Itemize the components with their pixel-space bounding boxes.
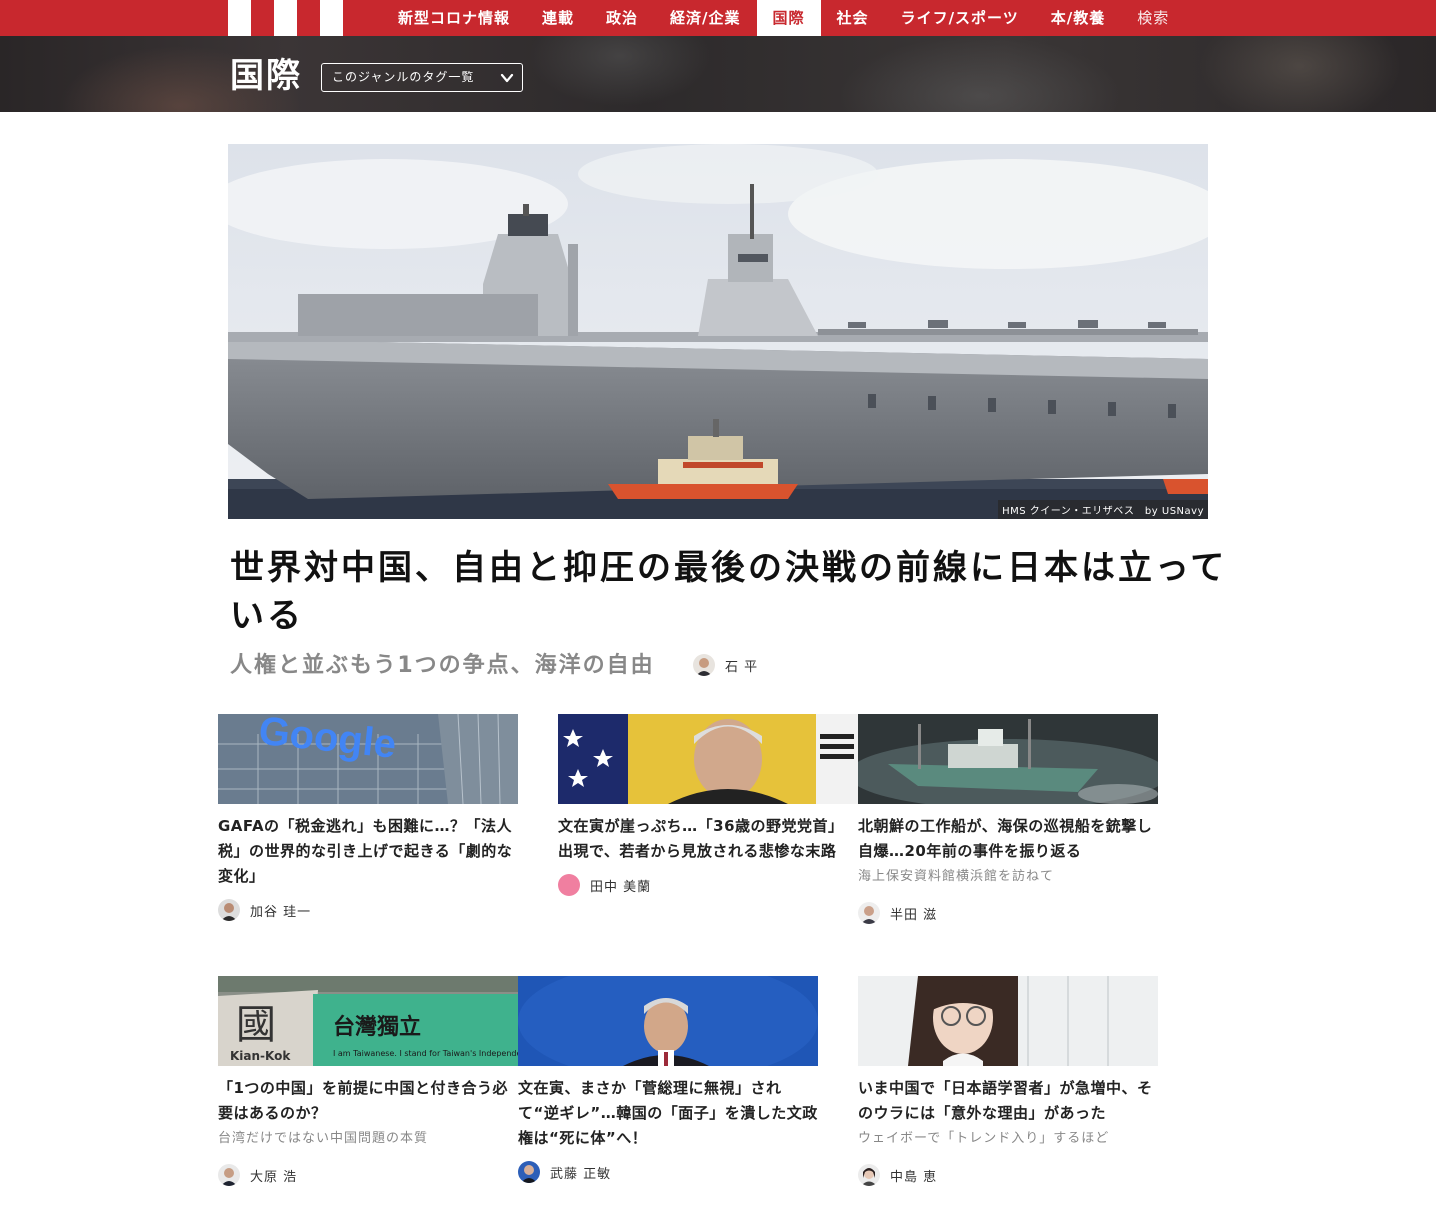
- author-name: 大原 浩: [250, 1169, 298, 1185]
- aircraft-carrier-photo: [228, 144, 1208, 519]
- author-name: 加谷 珪一: [250, 904, 312, 920]
- hero-subtitle: 人権と並ぶもう1つの争点、海洋の自由: [230, 653, 655, 678]
- nav-item-international[interactable]: 国際: [756, 0, 821, 36]
- nav-item-life-sports[interactable]: ライフ/スポーツ: [885, 0, 1035, 36]
- top-nav: 新型コロナ情報 連載 政治 経済/企業 国際 社会 ライフ/スポーツ 本/教養 …: [0, 0, 1436, 36]
- article-card[interactable]: 北朝鮮の工作船が、海保の巡視船を銃撃し自爆…20年前の事件を振り返る 海上保安資…: [858, 714, 1158, 924]
- avatar: [693, 654, 715, 676]
- article-thumbnail: [858, 714, 1158, 804]
- article-subtitle: ウェイボーで「トレンド入り」するほど: [858, 1131, 1110, 1146]
- kanji-text: 國: [236, 1002, 276, 1048]
- article-card[interactable]: 文在寅が崖っぷち…「36歳の野党党首」出現で、若者から見放される悲惨な末路 田中…: [558, 714, 858, 896]
- author-name: 半田 滋: [890, 907, 938, 923]
- article-thumbnail: 國 Kian-Kok 台灣獨立 I am Taiwanese. I stand …: [218, 976, 518, 1066]
- article-author[interactable]: 田中 美蘭: [558, 874, 858, 896]
- kian-text: Kian-Kok: [230, 1049, 291, 1063]
- hero-image-credit: HMS クイーン・エリザベス by USNavy: [998, 500, 1208, 519]
- avatar: [558, 874, 580, 896]
- article-author[interactable]: 大原 浩: [218, 1164, 518, 1186]
- article-author[interactable]: 中島 恵: [858, 1164, 1158, 1186]
- article-thumbnail: [558, 714, 858, 804]
- article-thumbnail: [858, 976, 1158, 1066]
- article-author[interactable]: 加谷 珪一: [218, 899, 518, 921]
- article-subtitle: 海上保安資料館横浜館を訪ねて: [858, 869, 1055, 884]
- article-thumbnail: [518, 976, 818, 1066]
- article-title[interactable]: 文在寅が崖っぷち…「36歳の野党党首」出現で、若者から見放される悲惨な末路: [558, 814, 858, 864]
- article-title[interactable]: GAFAの「税金逃れ」も困難に…？「法人税」の世界的な引き上げで起きる「劇的な変…: [218, 814, 518, 889]
- article-title[interactable]: 文在寅、まさか「菅総理に無視」されて“逆ギレ”…韓国の「面子」を潰した文政権は“…: [518, 1076, 818, 1151]
- tag-list-label: このジャンルのタグ一覧: [332, 70, 475, 84]
- nav-item-corona[interactable]: 新型コロナ情報: [382, 0, 526, 36]
- avatar: [858, 902, 880, 924]
- avatar: [518, 1161, 540, 1183]
- avatar: [218, 899, 240, 921]
- nav-item-politics[interactable]: 政治: [590, 0, 654, 36]
- avatar: [218, 1164, 240, 1186]
- article-card[interactable]: 國 Kian-Kok 台灣獨立 I am Taiwanese. I stand …: [218, 976, 518, 1186]
- taiwan-banner-en: I am Taiwanese. I stand for Taiwan's Ind…: [333, 1049, 518, 1058]
- article-author[interactable]: 半田 滋: [858, 902, 1158, 924]
- site-logo[interactable]: [228, 0, 366, 36]
- article-subtitle: 台湾だけではない中国問題の本質: [218, 1131, 429, 1146]
- article-card[interactable]: Google GAFAの「税金逃れ」も困難に…？「法人税」の世界的な引き上げで起…: [218, 714, 518, 921]
- author-name: 武藤 正敏: [550, 1166, 612, 1182]
- nav-menu: 新型コロナ情報 連載 政治 経済/企業 国際 社会 ライフ/スポーツ 本/教養 …: [382, 0, 1185, 36]
- nav-item-books[interactable]: 本/教養: [1035, 0, 1121, 36]
- nav-search[interactable]: 検索: [1121, 0, 1185, 36]
- author-name: 石 平: [725, 659, 759, 675]
- hero-headline[interactable]: 世界対中国、自由と抑圧の最後の決戦の前線に日本は立っている: [230, 544, 1240, 640]
- taiwan-banner-text: 台灣獨立: [333, 1014, 421, 1040]
- article-title[interactable]: 北朝鮮の工作船が、海保の巡視船を銃撃し自爆…20年前の事件を振り返る: [858, 814, 1158, 864]
- article-card[interactable]: いま中国で「日本語学習者」が急増中、そのウラには「意外な理由」があった ウェイボ…: [858, 976, 1158, 1186]
- nav-item-series[interactable]: 連載: [526, 0, 590, 36]
- author-name: 田中 美蘭: [590, 879, 652, 895]
- nav-item-society[interactable]: 社会: [821, 0, 885, 36]
- tag-list-dropdown[interactable]: このジャンルのタグ一覧: [321, 63, 523, 92]
- genre-banner: 国際 このジャンルのタグ一覧: [0, 36, 1436, 112]
- genre-title: 国際: [230, 56, 302, 96]
- article-author[interactable]: 武藤 正敏: [518, 1161, 818, 1183]
- hero-image[interactable]: HMS クイーン・エリザベス by USNavy: [228, 144, 1208, 519]
- article-card[interactable]: 文在寅、まさか「菅総理に無視」されて“逆ギレ”…韓国の「面子」を潰した文政権は“…: [518, 976, 818, 1183]
- hero-author[interactable]: 石 平: [693, 654, 758, 676]
- nav-item-economy[interactable]: 経済/企業: [654, 0, 756, 36]
- author-name: 中島 恵: [890, 1169, 938, 1185]
- avatar: [858, 1164, 880, 1186]
- chevron-down-icon: [500, 73, 514, 83]
- article-title[interactable]: いま中国で「日本語学習者」が急増中、そのウラには「意外な理由」があった: [858, 1076, 1158, 1126]
- article-title[interactable]: 「1つの中国」を前提に中国と付き合う必要はあるのか？: [218, 1076, 518, 1126]
- article-thumbnail: Google: [218, 714, 518, 804]
